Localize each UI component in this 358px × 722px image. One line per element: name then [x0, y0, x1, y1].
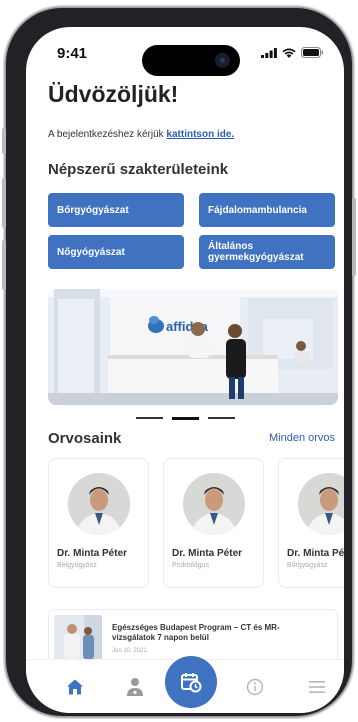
doctor-card[interactable]: Dr. Minta Péter Proktológus	[163, 458, 264, 588]
doctor-avatar	[183, 473, 245, 535]
login-prompt-text: A bejelentkezéshez kérjük	[48, 129, 164, 140]
tab-menu[interactable]	[304, 674, 330, 700]
bottom-tab-bar	[26, 656, 344, 713]
battery-icon	[301, 47, 323, 58]
carousel-dot-active[interactable]	[172, 416, 199, 420]
tab-doctors[interactable]	[122, 674, 148, 700]
home-icon	[67, 679, 83, 695]
specialty-button-gynecology[interactable]: Nőgyógyászat	[48, 235, 184, 269]
camera-icon	[215, 53, 230, 68]
doctor-specialty: Belgyógyász	[57, 562, 97, 569]
doctor-icon	[127, 678, 143, 696]
phone-frame: 9:41 Üdvözöljük! A bejelentkezéshez kérj…	[2, 8, 356, 716]
doctor-avatar	[68, 473, 130, 535]
volume-up-button	[2, 178, 6, 228]
wifi-icon	[282, 47, 296, 58]
volume-down-button	[2, 240, 6, 290]
carousel-dot[interactable]	[136, 417, 163, 419]
doctor-specialty: Bőrgyógyász	[287, 562, 328, 569]
all-doctors-link[interactable]: Minden orvos	[269, 432, 335, 444]
cellular-signal-icon	[261, 47, 277, 58]
news-title: Egészséges Budapest Program – CT és MR-v…	[112, 623, 280, 642]
specialty-button-pain-clinic[interactable]: Fájdalomambulancia	[199, 193, 335, 227]
status-bar: 9:41	[26, 27, 344, 76]
news-date: Jun 10, 2021	[112, 648, 147, 654]
dynamic-island	[142, 45, 240, 76]
doctor-specialty: Proktológus	[172, 562, 209, 569]
info-icon	[246, 678, 264, 696]
doctor-name: Dr. Minta Péter	[287, 548, 344, 559]
doctor-card[interactable]: Dr. Minta Péter Belgyógyász	[48, 458, 149, 588]
doctor-avatar	[298, 473, 344, 535]
clinic-reception-illustration: affidea	[48, 289, 338, 405]
status-time: 9:41	[57, 45, 88, 62]
login-prompt: A bejelentkezéshez kérjük kattintson ide…	[48, 129, 234, 140]
book-appointment-button[interactable]	[165, 656, 217, 708]
clinic-banner-image[interactable]: affidea	[48, 289, 338, 405]
calendar-clock-icon	[181, 673, 202, 693]
carousel-dot[interactable]	[208, 417, 235, 419]
menu-icon	[309, 681, 325, 693]
doctor-name: Dr. Minta Péter	[172, 548, 243, 559]
doctor-name: Dr. Minta Péter	[57, 548, 128, 559]
specialties-title: Népszerű szakterületeink	[48, 161, 229, 178]
app-screen: 9:41 Üdvözöljük! A bejelentkezéshez kérj…	[26, 27, 344, 713]
greeting-title: Üdvözöljük!	[48, 81, 179, 107]
tab-home[interactable]	[62, 674, 88, 700]
tab-info[interactable]	[242, 674, 268, 700]
news-thumbnail	[54, 615, 102, 659]
doctors-title: Orvosaink	[48, 430, 122, 447]
power-button	[352, 198, 356, 276]
specialty-button-dermatology[interactable]: Bőrgyógyászat	[48, 193, 184, 227]
silent-switch	[2, 128, 6, 154]
login-link[interactable]: kattintson ide.	[166, 129, 234, 140]
doctor-card[interactable]: Dr. Minta Péter Bőrgyógyász	[278, 458, 344, 588]
specialty-button-pediatrics[interactable]: Általános gyermekgyógyászat	[199, 235, 335, 269]
carousel-indicator[interactable]	[136, 416, 235, 420]
status-icons	[261, 47, 324, 58]
